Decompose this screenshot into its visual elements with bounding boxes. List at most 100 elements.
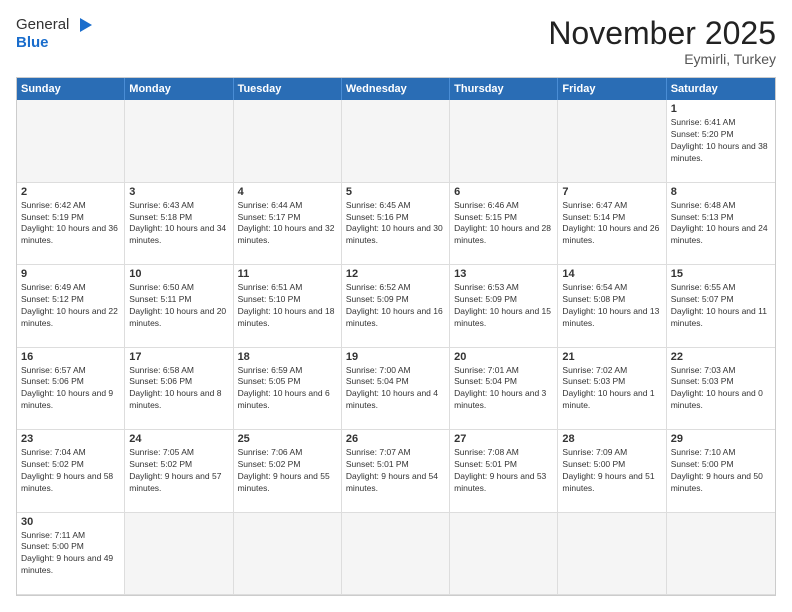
cell-info: Sunrise: 7:03 AMSunset: 5:03 PMDaylight:… bbox=[671, 365, 771, 413]
cell-info: Sunrise: 6:49 AMSunset: 5:12 PMDaylight:… bbox=[21, 282, 120, 330]
cell-info: Sunrise: 6:43 AMSunset: 5:18 PMDaylight:… bbox=[129, 200, 228, 248]
cell-info: Sunrise: 7:10 AMSunset: 5:00 PMDaylight:… bbox=[671, 447, 771, 495]
day-number: 5 bbox=[346, 186, 445, 198]
day-number: 10 bbox=[129, 268, 228, 280]
calendar-cell: 11Sunrise: 6:51 AMSunset: 5:10 PMDayligh… bbox=[234, 265, 342, 347]
calendar-cell bbox=[17, 100, 125, 182]
day-number: 4 bbox=[238, 186, 337, 198]
day-header-saturday: Saturday bbox=[667, 78, 775, 100]
day-number: 29 bbox=[671, 433, 771, 445]
calendar-cell bbox=[234, 513, 342, 595]
cell-info: Sunrise: 7:05 AMSunset: 5:02 PMDaylight:… bbox=[129, 447, 228, 495]
calendar-cell: 25Sunrise: 7:06 AMSunset: 5:02 PMDayligh… bbox=[234, 430, 342, 512]
calendar-cell: 17Sunrise: 6:58 AMSunset: 5:06 PMDayligh… bbox=[125, 348, 233, 430]
calendar-cell: 15Sunrise: 6:55 AMSunset: 5:07 PMDayligh… bbox=[667, 265, 775, 347]
cell-info: Sunrise: 6:54 AMSunset: 5:08 PMDaylight:… bbox=[562, 282, 661, 330]
cell-info: Sunrise: 7:00 AMSunset: 5:04 PMDaylight:… bbox=[346, 365, 445, 413]
cell-info: Sunrise: 7:11 AMSunset: 5:00 PMDaylight:… bbox=[21, 530, 120, 578]
month-year: November 2025 bbox=[548, 16, 776, 51]
calendar-cell: 2 Sunrise: 6:42 AMSunset: 5:19 PMDaylight… bbox=[17, 183, 125, 265]
calendar-cell bbox=[234, 100, 342, 182]
cell-info: Sunrise: 7:09 AMSunset: 5:00 PMDaylight:… bbox=[562, 447, 661, 495]
day-header-thursday: Thursday bbox=[450, 78, 558, 100]
day-number: 19 bbox=[346, 351, 445, 363]
calendar-cell bbox=[342, 100, 450, 182]
calendar-cell bbox=[558, 513, 666, 595]
calendar-cell bbox=[125, 100, 233, 182]
day-number: 24 bbox=[129, 433, 228, 445]
calendar-cell: 27Sunrise: 7:08 AMSunset: 5:01 PMDayligh… bbox=[450, 430, 558, 512]
calendar-cell: 29 Sunrise: 7:10 AMSunset: 5:00 PMDayligh… bbox=[667, 430, 775, 512]
day-number: 11 bbox=[238, 268, 337, 280]
day-number: 2 bbox=[21, 186, 120, 198]
day-number: 16 bbox=[21, 351, 120, 363]
cell-info: Sunrise: 6:58 AMSunset: 5:06 PMDaylight:… bbox=[129, 365, 228, 413]
calendar-cell: 13 Sunrise: 6:53 AMSunset: 5:09 PMDayligh… bbox=[450, 265, 558, 347]
day-number: 3 bbox=[129, 186, 228, 198]
calendar-cell: 22 Sunrise: 7:03 AMSunset: 5:03 PMDayligh… bbox=[667, 348, 775, 430]
cell-info: Sunrise: 6:59 AMSunset: 5:05 PMDaylight:… bbox=[238, 365, 337, 413]
cell-info: Sunrise: 7:01 AMSunset: 5:04 PMDaylight:… bbox=[454, 365, 553, 413]
cell-info: Sunrise: 6:55 AMSunset: 5:07 PMDaylight:… bbox=[671, 282, 771, 330]
calendar-cell: 9Sunrise: 6:49 AMSunset: 5:12 PMDaylight… bbox=[17, 265, 125, 347]
day-number: 8 bbox=[671, 186, 771, 198]
calendar-cell: 21 Sunrise: 7:02 AMSunset: 5:03 PMDayligh… bbox=[558, 348, 666, 430]
calendar-cell: 8 Sunrise: 6:48 AMSunset: 5:13 PMDaylight… bbox=[667, 183, 775, 265]
logo-blue: Blue bbox=[16, 34, 94, 52]
calendar-cell: 16 Sunrise: 6:57 AMSunset: 5:06 PMDayligh… bbox=[17, 348, 125, 430]
cell-info: Sunrise: 6:52 AMSunset: 5:09 PMDaylight:… bbox=[346, 282, 445, 330]
logo: General Blue bbox=[16, 16, 94, 52]
calendar-cell: 19 Sunrise: 7:00 AMSunset: 5:04 PMDayligh… bbox=[342, 348, 450, 430]
calendar-cell: 5 Sunrise: 6:45 AMSunset: 5:16 PMDaylight… bbox=[342, 183, 450, 265]
calendar-cell: 23Sunrise: 7:04 AMSunset: 5:02 PMDayligh… bbox=[17, 430, 125, 512]
day-header-sunday: Sunday bbox=[17, 78, 125, 100]
cell-info: Sunrise: 6:50 AMSunset: 5:11 PMDaylight:… bbox=[129, 282, 228, 330]
calendar-cell: 30 Sunrise: 7:11 AMSunset: 5:00 PMDayligh… bbox=[17, 513, 125, 595]
calendar: SundayMondayTuesdayWednesdayThursdayFrid… bbox=[16, 77, 776, 596]
calendar-cell: 3 Sunrise: 6:43 AMSunset: 5:18 PMDaylight… bbox=[125, 183, 233, 265]
cell-info: Sunrise: 6:57 AMSunset: 5:06 PMDaylight:… bbox=[21, 365, 120, 413]
day-number: 28 bbox=[562, 433, 661, 445]
day-number: 13 bbox=[454, 268, 553, 280]
day-header-monday: Monday bbox=[125, 78, 233, 100]
calendar-cell bbox=[450, 513, 558, 595]
calendar-cell bbox=[125, 513, 233, 595]
calendar-cell: 4Sunrise: 6:44 AMSunset: 5:17 PMDaylight… bbox=[234, 183, 342, 265]
logo-general: General bbox=[16, 16, 94, 34]
day-number: 7 bbox=[562, 186, 661, 198]
header: General Blue November 2025 Eymirli, Turk… bbox=[16, 16, 776, 67]
day-number: 30 bbox=[21, 516, 120, 528]
day-number: 22 bbox=[671, 351, 771, 363]
calendar-cell bbox=[558, 100, 666, 182]
day-number: 23 bbox=[21, 433, 120, 445]
calendar-cell: 10 Sunrise: 6:50 AMSunset: 5:11 PMDayligh… bbox=[125, 265, 233, 347]
calendar-grid: 1Sunrise: 6:41 AMSunset: 5:20 PMDaylight… bbox=[17, 100, 775, 595]
cell-info: Sunrise: 7:06 AMSunset: 5:02 PMDaylight:… bbox=[238, 447, 337, 495]
day-number: 20 bbox=[454, 351, 553, 363]
calendar-cell: 12 Sunrise: 6:52 AMSunset: 5:09 PMDayligh… bbox=[342, 265, 450, 347]
cell-info: Sunrise: 7:07 AMSunset: 5:01 PMDaylight:… bbox=[346, 447, 445, 495]
day-number: 21 bbox=[562, 351, 661, 363]
calendar-cell: 6Sunrise: 6:46 AMSunset: 5:15 PMDaylight… bbox=[450, 183, 558, 265]
day-number: 12 bbox=[346, 268, 445, 280]
day-number: 6 bbox=[454, 186, 553, 198]
cell-info: Sunrise: 6:41 AMSunset: 5:20 PMDaylight:… bbox=[671, 117, 771, 165]
calendar-cell: 26Sunrise: 7:07 AMSunset: 5:01 PMDayligh… bbox=[342, 430, 450, 512]
calendar-cell: 20 Sunrise: 7:01 AMSunset: 5:04 PMDayligh… bbox=[450, 348, 558, 430]
cell-info: Sunrise: 6:42 AMSunset: 5:19 PMDaylight:… bbox=[21, 200, 120, 248]
calendar-cell: 18Sunrise: 6:59 AMSunset: 5:05 PMDayligh… bbox=[234, 348, 342, 430]
cell-info: Sunrise: 6:45 AMSunset: 5:16 PMDaylight:… bbox=[346, 200, 445, 248]
cell-info: Sunrise: 7:08 AMSunset: 5:01 PMDaylight:… bbox=[454, 447, 553, 495]
logo-triangle bbox=[76, 16, 94, 34]
cell-info: Sunrise: 6:53 AMSunset: 5:09 PMDaylight:… bbox=[454, 282, 553, 330]
cell-info: Sunrise: 7:02 AMSunset: 5:03 PMDaylight:… bbox=[562, 365, 661, 413]
calendar-cell bbox=[342, 513, 450, 595]
cell-info: Sunrise: 6:48 AMSunset: 5:13 PMDaylight:… bbox=[671, 200, 771, 248]
day-headers: SundayMondayTuesdayWednesdayThursdayFrid… bbox=[17, 78, 775, 100]
day-header-friday: Friday bbox=[558, 78, 666, 100]
calendar-cell: 24 Sunrise: 7:05 AMSunset: 5:02 PMDayligh… bbox=[125, 430, 233, 512]
calendar-cell: 1Sunrise: 6:41 AMSunset: 5:20 PMDaylight… bbox=[667, 100, 775, 182]
calendar-cell: 28 Sunrise: 7:09 AMSunset: 5:00 PMDayligh… bbox=[558, 430, 666, 512]
day-header-wednesday: Wednesday bbox=[342, 78, 450, 100]
title-area: November 2025 Eymirli, Turkey bbox=[548, 16, 776, 67]
